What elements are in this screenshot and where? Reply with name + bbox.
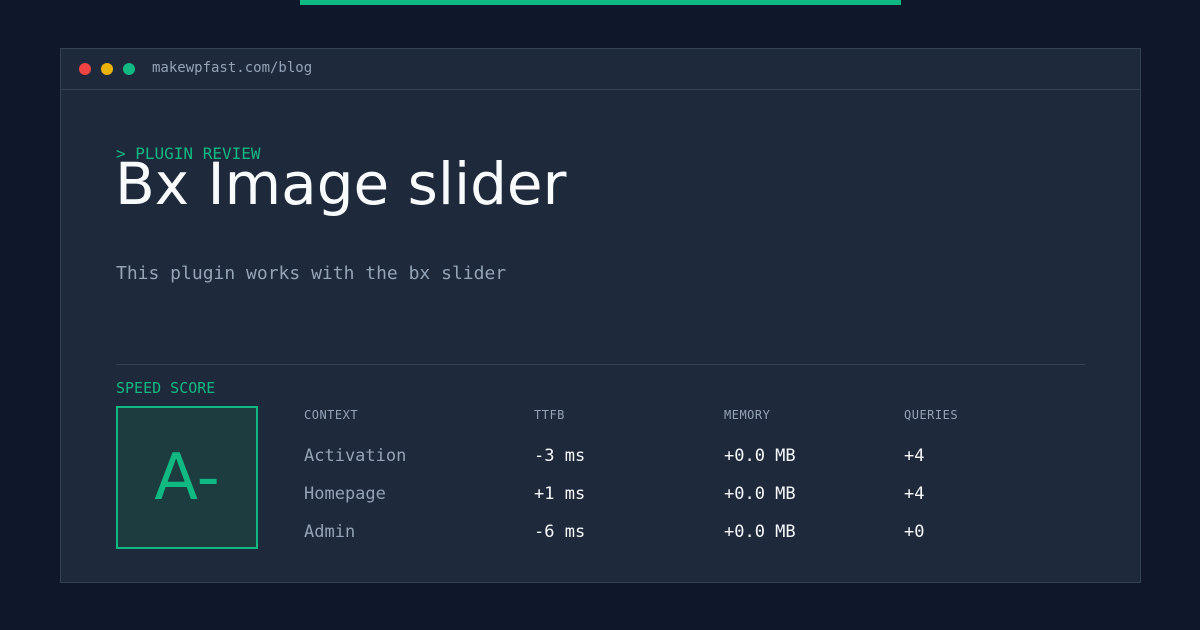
table-header-queries: QUERIES: [904, 408, 959, 422]
speed-score-label: SPEED SCORE: [116, 379, 216, 397]
table-row-activation-memory: +0.0 MB: [724, 446, 796, 466]
table-row-activation-context: Activation: [304, 446, 407, 466]
page-url: makewpfast.com/blog: [152, 60, 313, 76]
table-row-admin-memory: +0.0 MB: [724, 522, 796, 542]
speed-grade-box: A-: [116, 406, 258, 549]
browser-window: makewpfast.com/blog > PLUGIN REVIEW Bx I…: [60, 48, 1141, 583]
table-row-activation-queries: +4: [904, 446, 925, 466]
plugin-description: This plugin works with the bx slider: [116, 263, 507, 284]
table-row-homepage-queries: +4: [904, 484, 925, 504]
table-row-homepage-context: Homepage: [304, 484, 386, 504]
window-titlebar: makewpfast.com/blog: [61, 49, 1140, 90]
speed-grade: A-: [154, 440, 220, 515]
table-header-context: CONTEXT: [304, 408, 359, 422]
table-row-admin-queries: +0: [904, 522, 925, 542]
table-row-homepage-memory: +0.0 MB: [724, 484, 796, 504]
table-row-activation-ttfb: -3 ms: [534, 446, 586, 466]
section-divider: [116, 364, 1085, 365]
page-title: Bx Image slider: [115, 150, 567, 218]
maximize-window-icon[interactable]: [123, 63, 135, 75]
minimize-window-icon[interactable]: [101, 63, 113, 75]
table-row-admin-context: Admin: [304, 522, 356, 542]
close-window-icon[interactable]: [79, 63, 91, 75]
table-row-admin-ttfb: -6 ms: [534, 522, 586, 542]
table-header-memory: MEMORY: [724, 408, 771, 422]
table-row-homepage-ttfb: +1 ms: [534, 484, 586, 504]
table-header-ttfb: TTFB: [534, 408, 565, 422]
top-accent-bar: [300, 0, 901, 5]
